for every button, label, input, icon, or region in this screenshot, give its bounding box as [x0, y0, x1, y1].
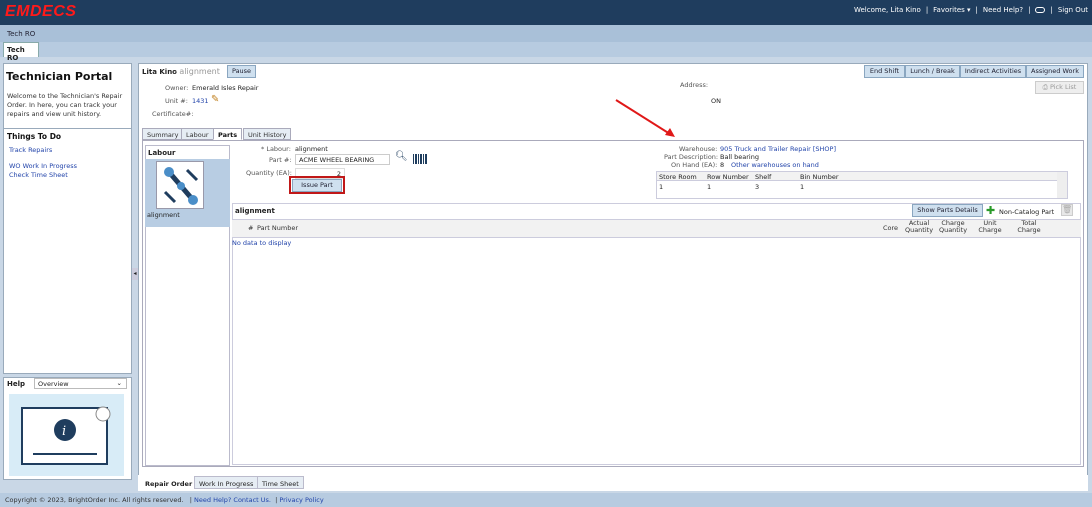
stock-cell: 1 [659, 183, 664, 191]
footer: Copyright © 2023, BrightOrder Inc. All r… [0, 493, 1092, 507]
grid-empty-message: No data to display [232, 239, 292, 247]
user-nav: Welcome, Lita Kino | Favorites ▾ | Need He… [853, 6, 1088, 14]
printer-icon: ⎙ [1042, 83, 1048, 91]
things-to-do-title: Things To Do [7, 132, 62, 141]
tab-labour[interactable]: Labour [181, 128, 214, 140]
pick-list-label: Pick List [1049, 83, 1077, 91]
tab-bar [0, 42, 1092, 57]
part-description-label: Part Description: [664, 153, 719, 161]
tab-unit-history[interactable]: Unit History [243, 128, 292, 140]
lunch-break-button[interactable]: Lunch / Break [905, 65, 960, 78]
contact-us-link[interactable]: Need Help? Contact Us. [194, 496, 271, 504]
address-value: ON [711, 97, 721, 105]
video-info-icon: i [21, 406, 111, 465]
tab-strip-label: Tech RO [7, 30, 36, 38]
grid-title: alignment [235, 207, 275, 215]
technician-name: Lita Kino [142, 68, 177, 76]
help-title: Help [7, 380, 26, 388]
edit-pencil-icon[interactable]: ✎ [211, 94, 219, 105]
tab-summary[interactable]: Summary [142, 128, 184, 140]
sign-out-link[interactable]: Sign Out [1058, 6, 1088, 14]
stock-location-table: Store Room Row Number Shelf Bin Number 1… [656, 171, 1068, 199]
wrench-tools-icon [156, 161, 204, 209]
divider [4, 128, 131, 129]
stock-header-shelf: Shelf [755, 173, 772, 181]
unit-label: Unit #: [165, 97, 188, 105]
col-actual-quantity: Actual Quantity [904, 219, 934, 234]
col-core: Core [883, 224, 899, 232]
labour-field-value: alignment [295, 145, 328, 153]
on-hand-label: On Hand (EA): [671, 161, 718, 169]
col-hash: # [248, 224, 254, 232]
privacy-policy-link[interactable]: Privacy Policy [279, 496, 323, 504]
favorites-menu[interactable]: Favorites ▾ [933, 6, 970, 14]
unit-link[interactable]: 1431 [192, 97, 209, 105]
todo-check-time-sheet[interactable]: Check Time Sheet [9, 171, 68, 179]
owner-label: Owner: [165, 84, 189, 92]
non-catalog-part-link[interactable]: Non-Catalog Part [999, 208, 1054, 216]
tab-time-sheet[interactable]: Time Sheet [257, 476, 304, 489]
col-part-number: Part Number [257, 224, 299, 232]
stock-header-store-room: Store Room [659, 173, 697, 181]
need-help-link[interactable]: Need Help? [983, 6, 1023, 14]
tab-tech-ro[interactable]: Tech RO [3, 42, 39, 62]
portal-title: Technician Portal [6, 70, 113, 83]
portal-description: Welcome to the Technician's Repair Order… [7, 92, 123, 118]
part-number-label: Part #: [269, 156, 292, 164]
pick-list-button[interactable]: ⎙ Pick List [1035, 81, 1084, 94]
pause-button[interactable]: Pause [227, 65, 256, 78]
chat-icon[interactable] [1035, 7, 1046, 13]
col-charge-quantity: Charge Quantity [938, 219, 968, 234]
part-description-value: Ball bearing [720, 153, 759, 161]
issue-part-button[interactable]: Issue Part [292, 179, 342, 192]
owner-value: Emerald Isles Repair [192, 84, 259, 92]
copyright-text: Copyright © 2023, BrightOrder Inc. All r… [5, 496, 184, 504]
indirect-activities-button[interactable]: Indirect Activities [960, 65, 1026, 78]
labour-field-label: * Labour: [261, 145, 291, 153]
help-video-thumbnail[interactable]: i [9, 394, 124, 476]
certificate-label: Certificate#: [152, 110, 194, 118]
part-number-input[interactable]: ACME WHEEL BEARING [295, 154, 390, 165]
quantity-label: Quantity (EA): [246, 169, 292, 177]
issued-parts-grid [232, 203, 1081, 465]
on-hand-value: 8 [720, 161, 725, 169]
assigned-work-button[interactable]: Assigned Work [1026, 65, 1084, 78]
repair-order-title: - alignment [174, 67, 220, 76]
labour-heading: Labour [148, 149, 176, 157]
labour-item-label: alignment [147, 211, 180, 219]
tab-parts[interactable]: Parts [213, 128, 243, 140]
stock-header-row-number: Row Number [707, 173, 749, 181]
help-topic-select[interactable]: Overview ⌄ [34, 378, 127, 389]
todo-wo-work-in-progress[interactable]: WO Work In Progress [9, 162, 77, 170]
warehouse-label: Warehouse: [679, 145, 718, 153]
show-parts-details-button[interactable]: Show Parts Details [912, 204, 983, 217]
red-arrow-annotation [615, 99, 675, 137]
barcode-icon[interactable] [413, 154, 427, 164]
col-total-charge: Total Charge [1017, 219, 1041, 234]
tab-work-in-progress[interactable]: Work In Progress [194, 476, 259, 489]
end-shift-button[interactable]: End Shift [864, 65, 905, 78]
stock-cell: 1 [800, 183, 805, 191]
delete-trash-icon[interactable]: 🗑︎ [1061, 204, 1073, 216]
chevron-down-icon: ⌄ [116, 379, 122, 387]
stock-cell: 1 [707, 183, 712, 191]
welcome-text: Welcome, Lita Kino [853, 6, 921, 14]
address-label: Address: [680, 81, 709, 89]
help-topic-value: Overview [38, 380, 69, 388]
app-logo: EMDECS [5, 3, 77, 20]
search-icon[interactable]: 🔍︎ [395, 151, 408, 162]
col-unit-charge: Unit Charge [978, 219, 1002, 234]
svg-text:i: i [62, 424, 66, 439]
other-warehouses-link[interactable]: Other warehouses on hand [731, 161, 819, 169]
stock-cell: 3 [755, 183, 760, 191]
app-tab-strip [0, 25, 1092, 42]
stock-header-bin-number: Bin Number [800, 173, 839, 181]
add-plus-icon[interactable]: ✚ [986, 204, 995, 217]
todo-track-repairs[interactable]: Track Repairs [9, 146, 52, 154]
warehouse-link[interactable]: 905 Truck and Trailer Repair [SHOP] [720, 145, 836, 153]
stock-scrollbar[interactable] [1057, 172, 1067, 198]
tab-repair-order[interactable]: Repair Order [140, 476, 198, 489]
